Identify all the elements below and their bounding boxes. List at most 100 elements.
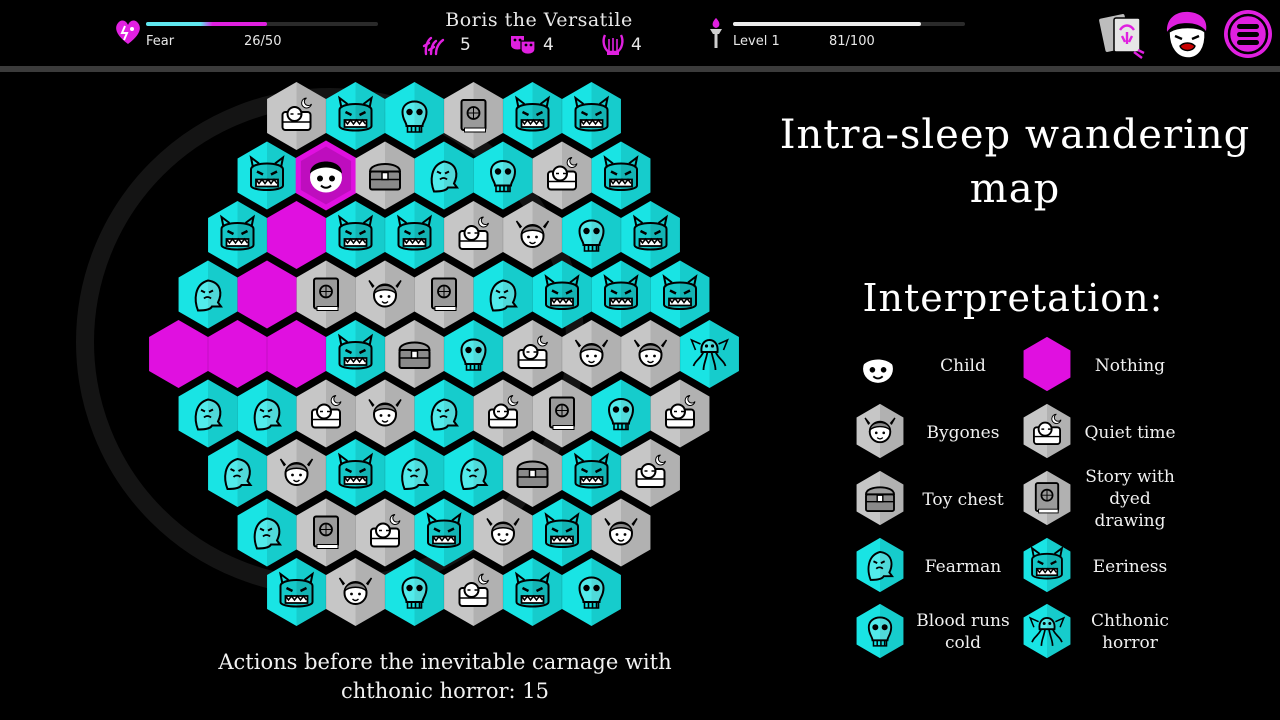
level-value: 81/100 bbox=[829, 34, 875, 49]
hex-tile-quiet-time[interactable] bbox=[621, 439, 680, 507]
hex-tile-eeriness[interactable] bbox=[503, 82, 562, 150]
legend-label-bygones: Bygones bbox=[926, 423, 1000, 443]
masks-counter: 4 bbox=[543, 35, 554, 55]
legend-icon-bygones bbox=[856, 403, 904, 459]
hex-tile-fearman[interactable] bbox=[414, 141, 474, 210]
legend-label-chthonic-horror: Chthonic horror bbox=[1091, 611, 1169, 653]
cards-icon[interactable] bbox=[1098, 10, 1152, 62]
hex-tile-fearman[interactable] bbox=[178, 379, 238, 448]
hex-tile-nothing[interactable] bbox=[208, 320, 267, 388]
hex-tile-quiet-time[interactable] bbox=[296, 379, 356, 448]
hex-tile-fearman[interactable] bbox=[385, 439, 444, 507]
fear-bar bbox=[146, 22, 378, 26]
hex-tile-eeriness[interactable] bbox=[326, 320, 385, 388]
level-bar-fill bbox=[733, 22, 921, 26]
character-name: Boris the Versatile bbox=[445, 9, 633, 31]
hex-tile-quiet-time[interactable] bbox=[444, 558, 503, 626]
actions-caption-line1: Actions before the inevitable carnage wi… bbox=[218, 650, 672, 674]
hex-tile-story[interactable] bbox=[532, 379, 592, 448]
hex-grid bbox=[76, 82, 739, 626]
actions-caption-line2: chthonic horror: 15 bbox=[341, 679, 549, 703]
hex-tile-fearman[interactable] bbox=[178, 260, 238, 329]
hex-tile-bygones[interactable] bbox=[267, 439, 326, 507]
hex-tile-story[interactable] bbox=[296, 260, 356, 329]
fear-heart-icon bbox=[116, 20, 140, 44]
hex-tile-fearman[interactable] bbox=[208, 439, 267, 507]
hex-tile-blood-runs-cold[interactable] bbox=[562, 558, 621, 626]
hex-tile-blood-runs-cold[interactable] bbox=[591, 379, 651, 448]
legend-label-toy-chest: Toy chest bbox=[922, 490, 1004, 510]
legend-icon-nothing bbox=[1023, 336, 1071, 392]
hex-tile-quiet-time[interactable] bbox=[473, 379, 533, 448]
hex-tile-fearman[interactable] bbox=[237, 498, 297, 567]
hex-tile-child[interactable] bbox=[295, 140, 357, 211]
hex-tile-quiet-time[interactable] bbox=[532, 141, 592, 210]
hex-tile-fearman[interactable] bbox=[414, 379, 474, 448]
legend-label-child: Child bbox=[940, 356, 986, 376]
hex-tile-quiet-time[interactable] bbox=[444, 201, 503, 269]
map-title: Intra-sleep wandering map bbox=[760, 108, 1270, 216]
lyre-counter: 4 bbox=[631, 35, 642, 55]
hex-tile-eeriness[interactable] bbox=[532, 498, 592, 567]
menu-icon[interactable] bbox=[1222, 8, 1274, 60]
hex-tile-eeriness[interactable] bbox=[650, 260, 710, 329]
legend-label-eeriness: Eeriness bbox=[1092, 557, 1168, 577]
hex-tile-toy-chest[interactable] bbox=[385, 320, 444, 388]
legend-icon-eeriness bbox=[1023, 537, 1071, 593]
hex-tile-nothing[interactable] bbox=[149, 320, 208, 388]
legend-label-nothing: Nothing bbox=[1094, 356, 1166, 376]
hex-tile-blood-runs-cold[interactable] bbox=[444, 320, 503, 388]
hex-tile-quiet-time[interactable] bbox=[650, 379, 710, 448]
hex-tile-bygones[interactable] bbox=[591, 498, 651, 567]
fear-value: 26/50 bbox=[244, 34, 282, 49]
legend-icon-quiet-time bbox=[1023, 403, 1071, 459]
hex-tile-eeriness[interactable] bbox=[267, 558, 326, 626]
lyre-icon bbox=[602, 34, 624, 55]
hex-tile-eeriness[interactable] bbox=[208, 201, 267, 269]
legend-icon-toy-chest bbox=[856, 470, 904, 526]
hex-tile-eeriness[interactable] bbox=[385, 201, 444, 269]
hex-tile-story[interactable] bbox=[414, 260, 474, 329]
hex-tile-eeriness[interactable] bbox=[621, 201, 680, 269]
legend-icon-blood-runs-cold bbox=[856, 603, 904, 659]
hex-tile-chthonic-horror[interactable] bbox=[680, 320, 739, 388]
hex-tile-bygones[interactable] bbox=[621, 320, 680, 388]
hex-tile-toy-chest[interactable] bbox=[355, 141, 415, 210]
hex-tile-bygones[interactable] bbox=[355, 379, 415, 448]
hex-tile-nothing[interactable] bbox=[267, 320, 326, 388]
wandering-map bbox=[0, 72, 840, 642]
hex-tile-eeriness[interactable] bbox=[562, 439, 621, 507]
hex-tile-eeriness[interactable] bbox=[562, 82, 621, 150]
hex-tile-story[interactable] bbox=[296, 498, 356, 567]
legend-icon-chthonic-horror bbox=[1023, 603, 1071, 659]
legend-icon-child bbox=[863, 353, 893, 383]
hex-tile-eeriness[interactable] bbox=[503, 558, 562, 626]
hands-icon bbox=[422, 36, 445, 56]
hex-tile-bygones[interactable] bbox=[326, 558, 385, 626]
map-title-line1: Intra-sleep wandering bbox=[779, 112, 1251, 158]
hex-tile-fearman[interactable] bbox=[473, 260, 533, 329]
hands-counter: 5 bbox=[460, 35, 471, 55]
hex-tile-nothing[interactable] bbox=[237, 260, 297, 329]
hex-tile-eeriness[interactable] bbox=[326, 201, 385, 269]
hex-tile-fearman[interactable] bbox=[444, 439, 503, 507]
hex-tile-bygones[interactable] bbox=[473, 498, 533, 567]
hex-tile-quiet-time[interactable] bbox=[503, 320, 562, 388]
character-portrait-icon[interactable] bbox=[1160, 8, 1214, 64]
fear-bar-fill bbox=[146, 22, 267, 26]
hex-tile-bygones[interactable] bbox=[355, 260, 415, 329]
hex-tile-nothing[interactable] bbox=[267, 201, 326, 269]
hex-tile-blood-runs-cold[interactable] bbox=[562, 201, 621, 269]
hex-tile-eeriness[interactable] bbox=[237, 141, 297, 210]
legend-icon-story bbox=[1023, 470, 1071, 526]
hex-tile-eeriness[interactable] bbox=[326, 439, 385, 507]
hex-tile-quiet-time[interactable] bbox=[355, 498, 415, 567]
hex-tile-fearman[interactable] bbox=[237, 379, 297, 448]
hex-tile-blood-runs-cold[interactable] bbox=[385, 82, 444, 150]
top-hud: Fear 26/50 Boris the Versatile 5 4 4 Lev… bbox=[0, 0, 1280, 66]
fear-label: Fear bbox=[146, 34, 175, 49]
hex-tile-eeriness[interactable] bbox=[591, 260, 651, 329]
legend-label-fearman: Fearman bbox=[924, 557, 1002, 577]
hex-tile-eeriness[interactable] bbox=[591, 141, 651, 210]
level-label: Level 1 bbox=[733, 34, 780, 49]
